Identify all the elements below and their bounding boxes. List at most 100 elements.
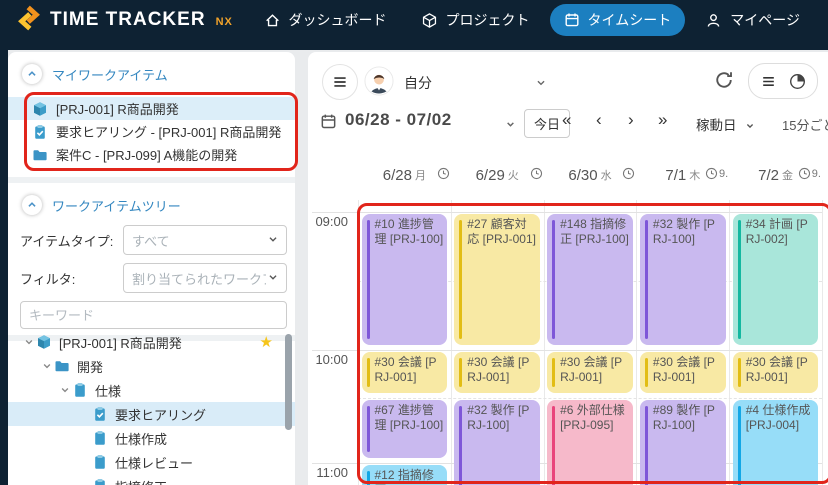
event-title: #89 製作 [PRJ-100]	[653, 403, 715, 432]
next-week-button[interactable]: »	[658, 110, 667, 130]
nav-item-0[interactable]: ダッシュボード	[250, 4, 401, 36]
event-color-bar	[738, 220, 741, 339]
calendar-event[interactable]: #27 顧客対応 [PRJ-001]	[454, 214, 540, 345]
day-total-hours: 9.	[719, 168, 728, 180]
calendar-event[interactable]: #6 外部仕様 [PRJ-095]	[547, 400, 633, 485]
calendar-event[interactable]: #10 進捗管理 [PRJ-100]	[362, 214, 448, 345]
tree-row-5[interactable]: 仕様レビュー	[8, 450, 295, 474]
cube-icon	[36, 334, 52, 350]
tree-row-3[interactable]: 要求ヒアリング	[8, 402, 295, 426]
calendar-event[interactable]: #30 会議 [PRJ-001]	[454, 352, 540, 393]
clipboard-check-icon	[92, 406, 108, 422]
calendar-event[interactable]: #12 指摘修正	[362, 465, 448, 485]
avatar[interactable]	[364, 66, 394, 96]
day-total-hours: 9.	[812, 168, 821, 180]
calendar-event[interactable]: #67 進捗管理 [PRJ-100]	[362, 400, 448, 458]
event-title: #27 顧客対応 [PRJ-001]	[467, 217, 536, 246]
event-color-bar	[459, 406, 462, 485]
date-range[interactable]: 06/28 - 07/02	[345, 110, 452, 130]
day-date: 6/29	[476, 167, 505, 184]
tree-row-2[interactable]: 仕様	[8, 378, 295, 402]
calendar-event[interactable]: #32 製作 [PRJ-100]	[454, 400, 540, 485]
tree-expand-icon[interactable]	[58, 383, 72, 397]
clock-icon	[705, 167, 718, 180]
app-logo[interactable]: TIME TRACKER NX	[16, 5, 233, 36]
keyword-input[interactable]	[20, 301, 287, 329]
day-date: 6/30	[568, 167, 597, 184]
calendar-event[interactable]: #30 会議 [PRJ-001]	[547, 352, 633, 393]
tree-row-0[interactable]: [PRJ-001] R商品開発★	[8, 330, 295, 354]
calendar-event[interactable]: #34 計画 [PRJ-002]	[733, 214, 819, 345]
my-work-item-2[interactable]: 案件C - [PRJ-099] A機能の開発	[8, 143, 295, 166]
item-type-label: アイテムタイプ:	[20, 231, 123, 250]
event-title: #32 製作 [PRJ-100]	[467, 403, 529, 432]
clock-icon	[622, 167, 635, 180]
tree-row-6[interactable]: 指摘修正	[8, 474, 295, 485]
list-view-icon[interactable]	[760, 73, 777, 90]
work-item-tree-title: ワークアイテムツリー	[52, 196, 181, 215]
nav-item-label: タイムシート	[588, 10, 672, 30]
calendar-event[interactable]: #4 仕様作成 [PRJ-004]	[733, 400, 819, 485]
sidebar-scrollbar[interactable]	[285, 334, 292, 430]
chevron-down-icon[interactable]	[504, 118, 517, 136]
tree-row-1[interactable]: 開発	[8, 354, 295, 378]
calendar-event[interactable]: #30 会議 [PRJ-001]	[640, 352, 726, 393]
event-color-bar	[552, 406, 555, 485]
day-date: 7/2	[758, 167, 779, 184]
top-nav: ダッシュボード プロジェクト タイムシートマイページ	[250, 4, 814, 36]
hour-gridline	[312, 212, 822, 213]
item-type-select[interactable]: すべて	[123, 225, 287, 255]
refresh-icon[interactable]	[714, 70, 734, 95]
event-title: #30 会議 [PRJ-001]	[560, 355, 622, 384]
event-title: #4 仕様作成 [PRJ-004]	[746, 403, 811, 432]
favorite-star-icon[interactable]: ★	[260, 333, 273, 351]
next-day-button[interactable]: ›	[628, 110, 634, 130]
nav-item-2[interactable]: タイムシート	[550, 4, 686, 36]
event-color-bar	[367, 220, 370, 339]
tree-row-4[interactable]: 仕様作成	[8, 426, 295, 450]
prev-week-button[interactable]: «	[562, 110, 571, 130]
work-item-label: 案件C - [PRJ-099] A機能の開発	[56, 145, 237, 164]
my-work-item-0[interactable]: [PRJ-001] R商品開発	[8, 97, 295, 120]
calendar-event[interactable]: #32 製作 [PRJ-100]	[640, 214, 726, 345]
event-color-bar	[459, 220, 462, 339]
grid-column-line	[358, 200, 359, 485]
calendar-event[interactable]: #30 会議 [PRJ-001]	[362, 352, 448, 393]
tree-expand-icon[interactable]	[22, 335, 36, 349]
nav-item-3[interactable]: マイページ	[691, 4, 814, 36]
clock-icon	[530, 167, 543, 180]
filter-select[interactable]: 割り当てられたワークアイテム	[123, 263, 287, 293]
day-mode-select[interactable]: 稼動日	[696, 114, 737, 134]
calendar-event[interactable]: #30 会議 [PRJ-001]	[733, 352, 819, 393]
calendar-event[interactable]: #148 指摘修正 [PRJ-100]	[547, 214, 633, 345]
event-color-bar	[552, 358, 555, 387]
pie-chart-icon[interactable]	[789, 73, 806, 90]
prev-day-button[interactable]: ‹	[596, 110, 602, 130]
calendar-event[interactable]: #89 製作 [PRJ-100]	[640, 400, 726, 485]
timesheet-panel: 自分 06/28 - 07/02 今日 « ‹ › » 稼動日	[308, 52, 828, 485]
user-selector-value[interactable]: 自分	[404, 73, 432, 93]
day-header-3: 7/1木9.	[636, 162, 729, 188]
day-header-4: 7/2金9.	[729, 162, 822, 188]
event-color-bar	[367, 358, 370, 387]
user-icon	[705, 12, 722, 29]
event-color-bar	[367, 471, 370, 485]
collapse-work-item-tree-button[interactable]	[22, 195, 42, 215]
chevron-down-icon[interactable]	[534, 76, 548, 95]
collapse-my-work-items-button[interactable]	[22, 64, 42, 84]
tree-expand-icon[interactable]	[40, 359, 54, 373]
event-title: #30 会議 [PRJ-001]	[375, 355, 437, 384]
clipboard-icon	[92, 478, 108, 485]
menu-button[interactable]	[322, 64, 358, 100]
nav-item-label: プロジェクト	[446, 10, 530, 30]
event-color-bar	[645, 220, 648, 339]
my-work-item-1[interactable]: 要求ヒアリング - [PRJ-001] R商品開発	[8, 120, 295, 143]
chevron-down-icon[interactable]	[744, 119, 756, 137]
clock-icon	[798, 167, 811, 180]
day-header-2: 6/30水	[544, 162, 637, 188]
nav-item-1[interactable]: プロジェクト	[407, 4, 544, 36]
tree-item-label: 仕様レビュー	[115, 453, 193, 472]
event-title: #30 会議 [PRJ-001]	[467, 355, 529, 384]
top-navigation-bar: TIME TRACKER NX ダッシュボード プロジェクト タイムシートマイページ	[0, 0, 828, 50]
interval-select[interactable]: 15分ごと	[782, 115, 828, 134]
